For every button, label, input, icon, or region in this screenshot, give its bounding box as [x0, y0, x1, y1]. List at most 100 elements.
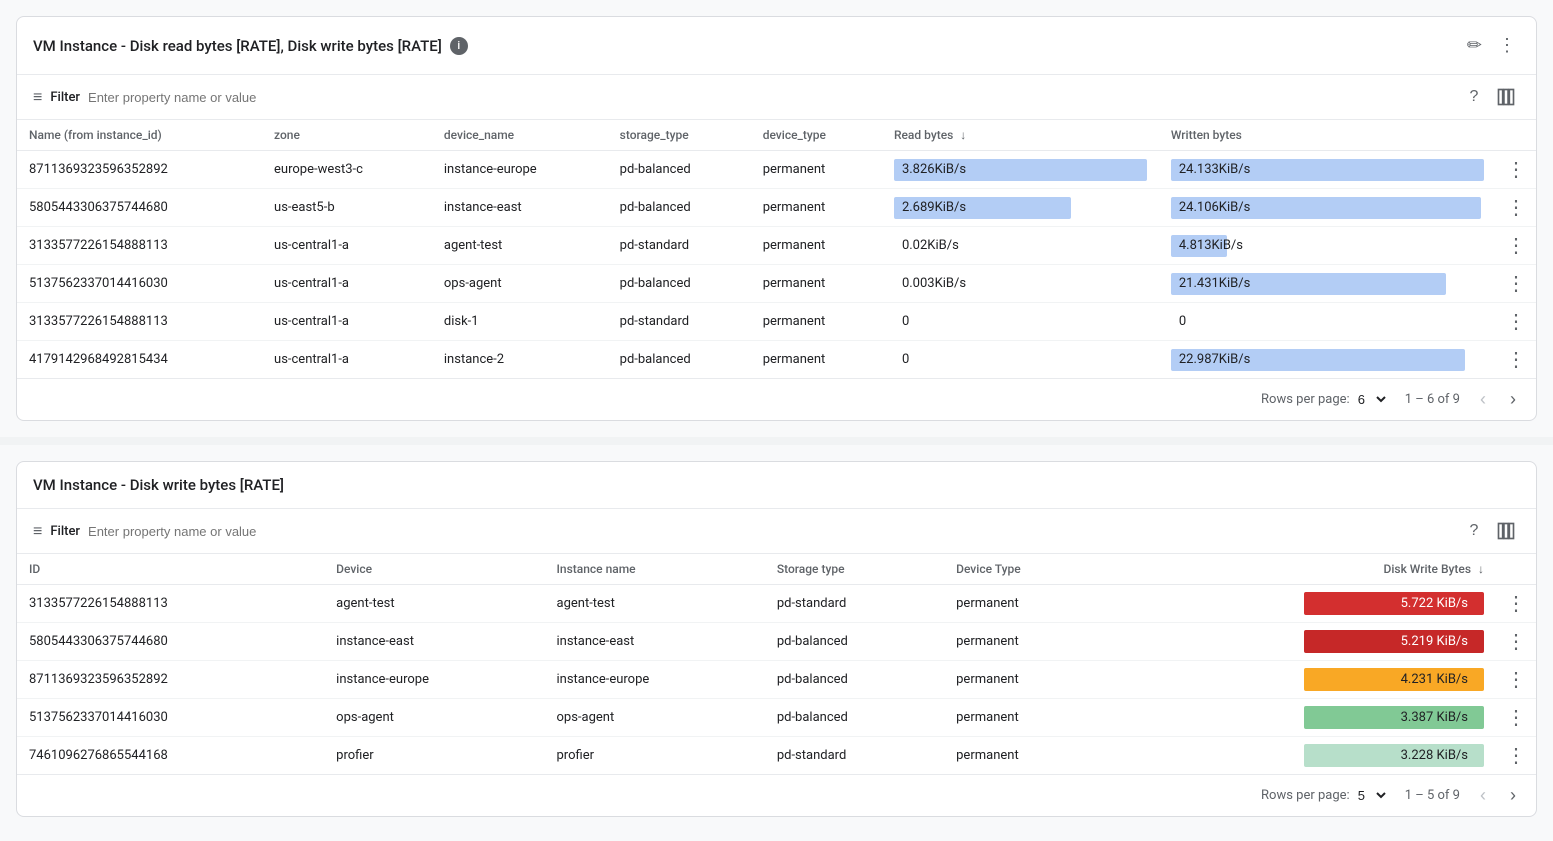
row-more-button[interactable]: ⋮ — [1500, 589, 1532, 618]
cell-zone: us-east5-b — [262, 189, 432, 227]
cell-storage-type: pd-standard — [765, 585, 944, 623]
cell-name: 4179142968492815434 — [17, 341, 262, 379]
row-more-button[interactable]: ⋮ — [1500, 665, 1532, 694]
columns-button-1[interactable] — [1492, 83, 1520, 111]
col-device-type: device_type — [751, 120, 882, 151]
col-zone: zone — [262, 120, 432, 151]
filter-input-1[interactable] — [88, 90, 1452, 105]
panel-1-title: VM Instance - Disk read bytes [RATE], Di… — [33, 37, 468, 55]
cell-storage-type: pd-standard — [608, 303, 751, 341]
cell-more: ⋮ — [1496, 265, 1536, 303]
filter-label-2: Filter — [50, 524, 80, 539]
cell-id: 5805443306375744680 — [17, 623, 324, 661]
col2-device-type: Device Type — [944, 554, 1111, 585]
info-icon-1[interactable]: i — [450, 37, 468, 55]
filter-icon-2: ≡ — [33, 521, 42, 541]
table-row: 5805443306375744680 instance-east instan… — [17, 623, 1536, 661]
help-button-2[interactable]: ? — [1460, 517, 1488, 545]
filter-bar-1: ≡ Filter ? — [17, 75, 1536, 120]
edit-button-1[interactable]: ✏ — [1463, 31, 1486, 60]
row-more-button[interactable]: ⋮ — [1500, 741, 1532, 770]
cell-name: 8711369323596352892 — [17, 151, 262, 189]
col2-disk-write-bytes[interactable]: Disk Write Bytes ↓ — [1111, 554, 1496, 585]
cell-device-type: permanent — [944, 623, 1111, 661]
help-button-1[interactable]: ? — [1460, 83, 1488, 111]
sort-icon-write: ↓ — [1478, 562, 1484, 576]
cell-more: ⋮ — [1496, 227, 1536, 265]
filter-label-1: Filter — [50, 90, 80, 105]
cell-read-bytes: 0.02KiB/s — [882, 227, 1159, 265]
table-row: 5137562337014416030 us-central1-a ops-ag… — [17, 265, 1536, 303]
cell-device-name: ops-agent — [432, 265, 608, 303]
table-row: 8711369323596352892 instance-europe inst… — [17, 661, 1536, 699]
cell-instance-name: instance-east — [545, 623, 765, 661]
table-1: Name (from instance_id) zone device_name… — [17, 120, 1536, 378]
cell-id: 7461096276865544168 — [17, 737, 324, 775]
table-row: 7461096276865544168 profier profier pd-s… — [17, 737, 1536, 775]
rows-per-page-1: Rows per page: 6 10 25 — [1261, 391, 1389, 408]
cell-written-bytes: 24.133KiB/s — [1159, 151, 1496, 189]
table-row: 3133577226154888113 us-central1-a agent-… — [17, 227, 1536, 265]
col-storage-type: storage_type — [608, 120, 751, 151]
rows-per-page-select-1[interactable]: 6 10 25 — [1354, 391, 1389, 408]
cell-more: ⋮ — [1496, 623, 1536, 661]
panel-2-header: VM Instance - Disk write bytes [RATE] — [17, 462, 1536, 509]
panel-2: VM Instance - Disk write bytes [RATE] ≡ … — [16, 461, 1537, 817]
cell-device-name: disk-1 — [432, 303, 608, 341]
prev-button-1[interactable]: ‹ — [1476, 387, 1490, 412]
panel-1-actions: ✏ ⋮ — [1463, 31, 1520, 60]
cell-id: 5137562337014416030 — [17, 699, 324, 737]
cell-more: ⋮ — [1496, 585, 1536, 623]
prev-button-2[interactable]: ‹ — [1476, 783, 1490, 808]
rows-per-page-2: Rows per page: 5 10 25 — [1261, 787, 1389, 804]
col2-id: ID — [17, 554, 324, 585]
cell-written-bytes: 24.106KiB/s — [1159, 189, 1496, 227]
row-more-button[interactable]: ⋮ — [1500, 703, 1532, 732]
rows-per-page-select-2[interactable]: 5 10 25 — [1354, 787, 1389, 804]
divider — [0, 437, 1553, 445]
table-2-header-row: ID Device Instance name Storage type Dev… — [17, 554, 1536, 585]
cell-device: instance-east — [324, 623, 544, 661]
cell-name: 5137562337014416030 — [17, 265, 262, 303]
col2-instance-name: Instance name — [545, 554, 765, 585]
row-more-button[interactable]: ⋮ — [1500, 231, 1532, 260]
col2-actions — [1496, 554, 1536, 585]
cell-storage-type: pd-balanced — [608, 265, 751, 303]
cell-device: agent-test — [324, 585, 544, 623]
cell-zone: us-central1-a — [262, 265, 432, 303]
cell-device-type: permanent — [751, 227, 882, 265]
table-row: 5805443306375744680 us-east5-b instance-… — [17, 189, 1536, 227]
row-more-button[interactable]: ⋮ — [1500, 627, 1532, 656]
cell-device-type: permanent — [944, 661, 1111, 699]
cell-instance-name: profier — [545, 737, 765, 775]
col-actions — [1496, 120, 1536, 151]
cell-disk-write-bytes: 3.387 KiB/s — [1111, 699, 1496, 737]
rows-per-page-label-1: Rows per page: — [1261, 392, 1350, 407]
more-button-1[interactable]: ⋮ — [1494, 31, 1520, 60]
cell-instance-name: instance-europe — [545, 661, 765, 699]
table-2: ID Device Instance name Storage type Dev… — [17, 554, 1536, 774]
cell-device-name: instance-europe — [432, 151, 608, 189]
col-written-bytes: Written bytes — [1159, 120, 1496, 151]
col-read-bytes[interactable]: Read bytes ↓ — [882, 120, 1159, 151]
panel-1-title-text: VM Instance - Disk read bytes [RATE], Di… — [33, 37, 442, 55]
cell-name: 5805443306375744680 — [17, 189, 262, 227]
cell-storage-type: pd-standard — [608, 227, 751, 265]
cell-device-name: instance-east — [432, 189, 608, 227]
row-more-button[interactable]: ⋮ — [1500, 155, 1532, 184]
next-button-1[interactable]: › — [1506, 387, 1520, 412]
columns-button-2[interactable] — [1492, 517, 1520, 545]
row-more-button[interactable]: ⋮ — [1500, 307, 1532, 336]
col2-storage-type: Storage type — [765, 554, 944, 585]
filter-input-2[interactable] — [88, 524, 1452, 539]
cell-written-bytes: 21.431KiB/s — [1159, 265, 1496, 303]
cell-device-name: agent-test — [432, 227, 608, 265]
cell-device-type: permanent — [751, 303, 882, 341]
row-more-button[interactable]: ⋮ — [1500, 345, 1532, 374]
table-row: 8711369323596352892 europe-west3-c insta… — [17, 151, 1536, 189]
next-button-2[interactable]: › — [1506, 783, 1520, 808]
row-more-button[interactable]: ⋮ — [1500, 269, 1532, 298]
row-more-button[interactable]: ⋮ — [1500, 193, 1532, 222]
panel-2-title: VM Instance - Disk write bytes [RATE] — [33, 476, 284, 494]
cell-more: ⋮ — [1496, 661, 1536, 699]
